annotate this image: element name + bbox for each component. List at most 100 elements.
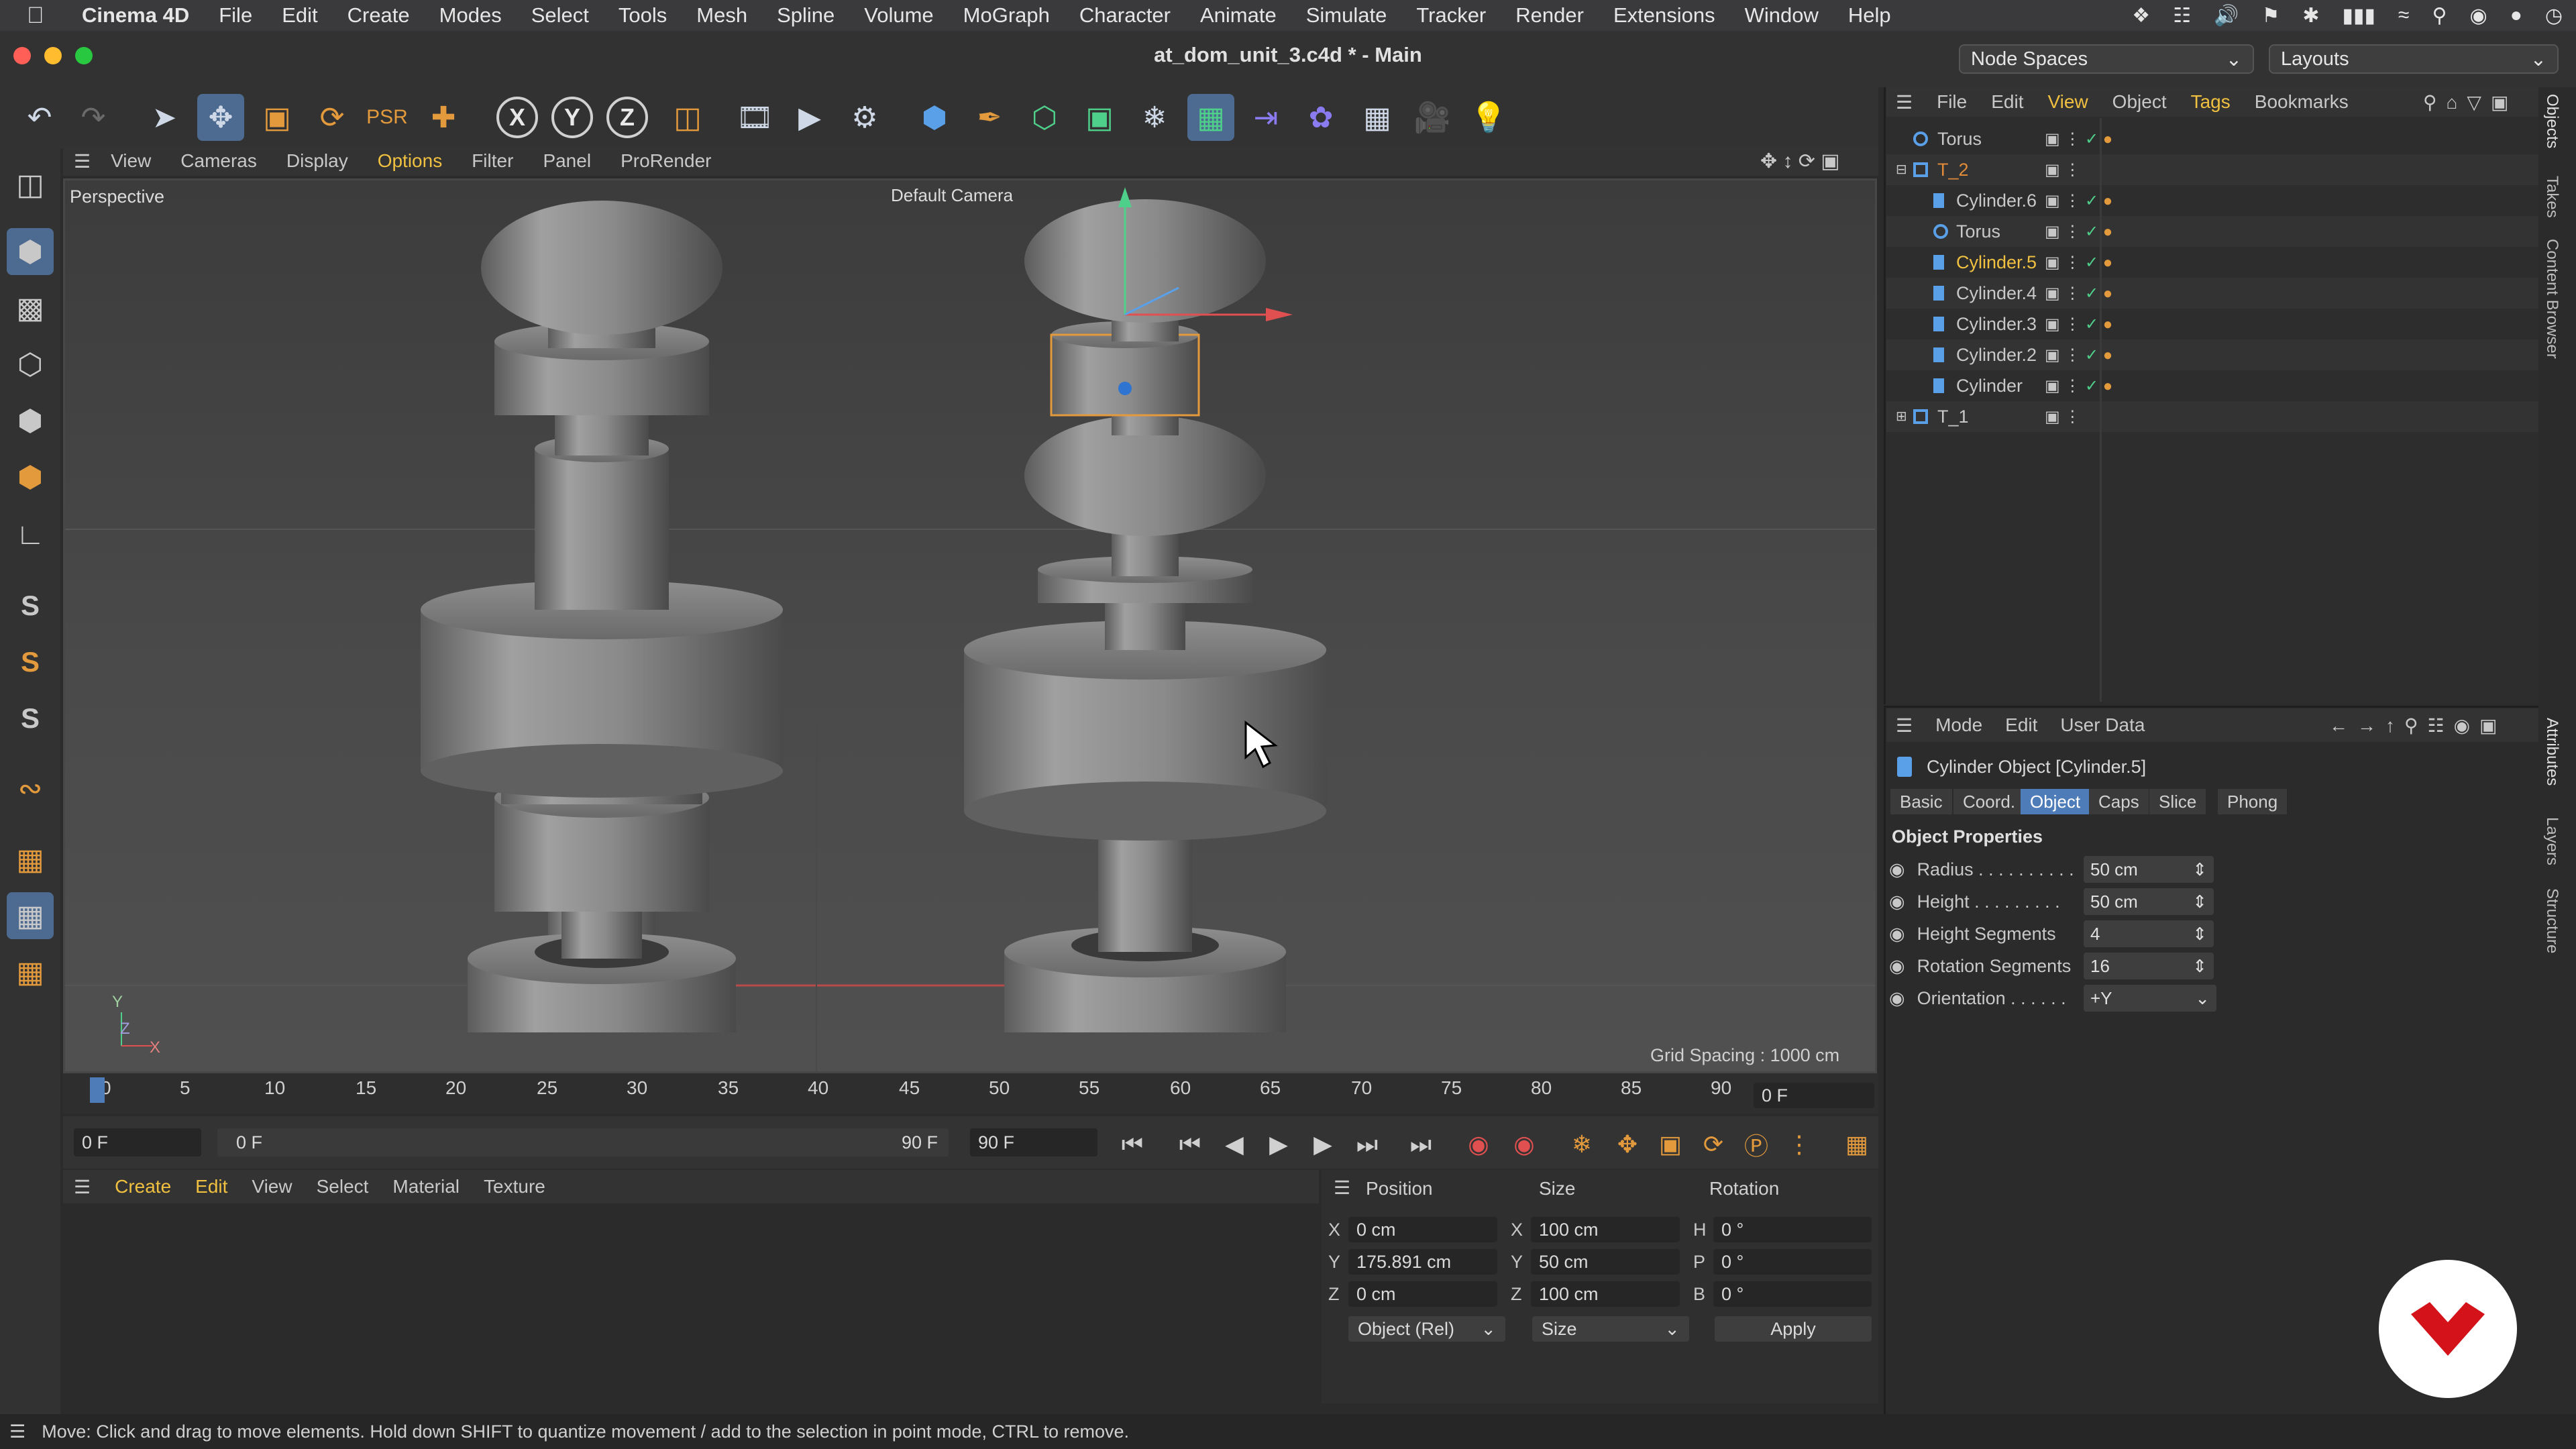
node-spaces-dropdown[interactable]: Node Spaces ⌄ bbox=[1959, 44, 2254, 74]
object-controls[interactable]: ▣ ⋮ bbox=[2045, 407, 2080, 427]
orientation-dropdown[interactable]: +Y ⌄ bbox=[2084, 985, 2216, 1012]
timeline-ruler[interactable] bbox=[63, 1073, 1878, 1114]
subdivision-icon[interactable]: ⬡ bbox=[1021, 94, 1068, 141]
menu-animate[interactable]: Animate bbox=[1200, 3, 1277, 28]
stepper-icon[interactable]: ⇕ bbox=[2192, 892, 2207, 912]
coordinate-system-icon[interactable]: ◫ bbox=[664, 94, 711, 141]
hamburger-icon[interactable]: ☰ bbox=[1896, 91, 1913, 113]
menu-tracker[interactable]: Tracker bbox=[1416, 3, 1486, 28]
viewport-menu-view[interactable]: View bbox=[111, 150, 151, 172]
object-menu-view[interactable]: View bbox=[2047, 91, 2088, 113]
rotation-key-icon[interactable]: ⟳ bbox=[1695, 1126, 1732, 1163]
position-key-icon[interactable]: ✥ bbox=[1609, 1126, 1646, 1163]
floor-icon[interactable]: ▦ bbox=[1354, 94, 1401, 141]
autokey-icon[interactable]: ◉ bbox=[1505, 1126, 1543, 1163]
object-row[interactable]: Cylinder.2 ▣ ⋮ ✓ ● bbox=[1886, 339, 2538, 370]
menu-create[interactable]: Create bbox=[347, 3, 410, 28]
previous-frame-icon[interactable]: ◀ bbox=[1216, 1126, 1253, 1163]
side-tab-layers[interactable]: Layers bbox=[2542, 817, 2561, 865]
polygon-mode-icon[interactable]: ⬢ bbox=[7, 453, 54, 500]
end-frame-field[interactable]: 90 F bbox=[970, 1128, 1097, 1157]
next-frame-icon[interactable]: ▶ bbox=[1304, 1126, 1342, 1163]
menu-mesh[interactable]: Mesh bbox=[696, 3, 747, 28]
solo-icon[interactable]: S bbox=[7, 695, 54, 742]
extrude-generator-icon[interactable]: ▣ bbox=[1076, 94, 1123, 141]
render-settings-icon[interactable]: ⚙ bbox=[841, 94, 888, 141]
menu-app[interactable]: Cinema 4D bbox=[82, 3, 189, 28]
object-row[interactable]: ⊟ T_2 ▣ ⋮ bbox=[1886, 154, 2538, 185]
viewport-menu-cameras[interactable]: Cameras bbox=[180, 150, 257, 172]
size-z-field[interactable]: 100 cm bbox=[1531, 1281, 1680, 1307]
pen-spline-icon[interactable]: ✒ bbox=[966, 94, 1013, 141]
side-tab-structure[interactable]: Structure bbox=[2542, 888, 2561, 953]
tab-caps[interactable]: Caps bbox=[2089, 789, 2149, 814]
object-menu-tags[interactable]: Tags bbox=[2191, 91, 2231, 113]
stepper-icon[interactable]: ⇕ bbox=[2192, 859, 2207, 880]
menu-spline[interactable]: Spline bbox=[777, 3, 835, 28]
scale-key-icon[interactable]: ▣ bbox=[1652, 1126, 1689, 1163]
radius-field[interactable]: 50 cm ⇕ bbox=[2084, 856, 2214, 883]
field-icon[interactable]: ✿ bbox=[1297, 94, 1344, 141]
rot-h-field[interactable]: 0 ° bbox=[1713, 1217, 1872, 1242]
object-menu-file[interactable]: File bbox=[1937, 91, 1967, 113]
object-controls[interactable]: ▣ ⋮ ✓ ● bbox=[2045, 315, 2112, 334]
object-controls[interactable]: ▣ ⋮ bbox=[2045, 160, 2080, 180]
y-axis-lock-icon[interactable]: Y bbox=[551, 97, 593, 138]
creative-cloud-icon[interactable]: ❖ bbox=[2132, 4, 2150, 28]
material-menu-material[interactable]: Material bbox=[392, 1176, 460, 1197]
minimize-window-button[interactable] bbox=[44, 47, 62, 64]
viewport-menu-options[interactable]: Options bbox=[378, 150, 443, 172]
app-tray-icon[interactable]: ☷ bbox=[2173, 4, 2191, 28]
hamburger-icon[interactable]: ☰ bbox=[9, 1421, 25, 1442]
select-tool-icon[interactable]: ➤ bbox=[141, 94, 188, 141]
object-row[interactable]: Torus ▣ ⋮ ✓ ● bbox=[1886, 123, 2538, 154]
object-row[interactable]: Cylinder.4 ▣ ⋮ ✓ ● bbox=[1886, 278, 2538, 309]
hamburger-icon[interactable]: ☰ bbox=[74, 150, 91, 172]
cloner-icon[interactable]: ▦ bbox=[1187, 94, 1234, 141]
column-divider[interactable] bbox=[2100, 118, 2102, 702]
menu-character[interactable]: Character bbox=[1079, 3, 1171, 28]
cube-icon[interactable]: ⬢ bbox=[911, 94, 958, 141]
animate-radio-icon[interactable]: ◉ bbox=[1889, 924, 1905, 945]
hamburger-icon[interactable]: ☰ bbox=[1896, 714, 1913, 737]
pos-x-field[interactable]: 0 cm bbox=[1348, 1217, 1497, 1242]
material-manager[interactable] bbox=[63, 1170, 1319, 1403]
menu-volume[interactable]: Volume bbox=[864, 3, 933, 28]
wifi-icon[interactable]: ≈ bbox=[2398, 4, 2409, 27]
object-controls[interactable]: ▣ ⋮ ✓ ● bbox=[2045, 345, 2112, 365]
psr-tool-icon[interactable]: PSR bbox=[364, 94, 411, 141]
play-icon[interactable]: ▶ bbox=[1260, 1126, 1297, 1163]
rot-b-field[interactable]: 0 ° bbox=[1713, 1281, 1872, 1307]
playhead[interactable] bbox=[90, 1077, 105, 1103]
object-row[interactable]: Cylinder.6 ▣ ⋮ ✓ ● bbox=[1886, 185, 2538, 216]
menu-mograph[interactable]: MoGraph bbox=[963, 3, 1050, 28]
magnet-icon[interactable]: ∾ bbox=[7, 765, 54, 812]
menu-simulate[interactable]: Simulate bbox=[1306, 3, 1387, 28]
menu-file[interactable]: File bbox=[219, 3, 252, 28]
bluetooth-icon[interactable]: ✱ bbox=[2302, 4, 2319, 28]
object-menu-edit[interactable]: Edit bbox=[1991, 91, 2023, 113]
viewport-menu-filter[interactable]: Filter bbox=[472, 150, 513, 172]
spotlight-search-icon[interactable]: ⚲ bbox=[2432, 4, 2447, 28]
transform-tool-icon[interactable]: ✚ bbox=[420, 94, 467, 141]
control-center-icon[interactable]: ◉ bbox=[2470, 4, 2487, 28]
object-menu-object[interactable]: Object bbox=[2112, 91, 2167, 113]
render-to-picture-viewer-icon[interactable]: ▶ bbox=[786, 94, 833, 141]
edge-mode-icon[interactable]: ⬢ bbox=[7, 397, 54, 444]
texture-mode-icon[interactable]: ▩ bbox=[7, 284, 54, 331]
collapse-icon[interactable]: ⊟ bbox=[1896, 161, 1907, 178]
material-menu-create[interactable]: Create bbox=[115, 1176, 171, 1197]
start-frame-field[interactable]: 0 F bbox=[74, 1128, 201, 1157]
object-row[interactable]: Torus ▣ ⋮ ✓ ● bbox=[1886, 216, 2538, 247]
redo-icon[interactable]: ↷ bbox=[70, 94, 117, 141]
object-controls[interactable]: ▣ ⋮ ✓ ● bbox=[2045, 129, 2112, 149]
pos-y-field[interactable]: 175.891 cm bbox=[1348, 1249, 1497, 1275]
record-active-icon[interactable]: ◉ bbox=[1460, 1126, 1497, 1163]
go-to-end-icon[interactable]: ⏭ bbox=[1402, 1126, 1440, 1163]
parameter-key-icon[interactable]: Ⓟ bbox=[1737, 1126, 1775, 1163]
animate-radio-icon[interactable]: ◉ bbox=[1889, 988, 1905, 1009]
attribute-nav-icon[interactable]: ←→↑⚲☷◉▣ bbox=[2329, 714, 2507, 737]
side-tab-attributes[interactable]: Attributes bbox=[2542, 718, 2561, 786]
object-controls[interactable]: ▣ ⋮ ✓ ● bbox=[2045, 284, 2112, 303]
material-menu-texture[interactable]: Texture bbox=[484, 1176, 545, 1197]
